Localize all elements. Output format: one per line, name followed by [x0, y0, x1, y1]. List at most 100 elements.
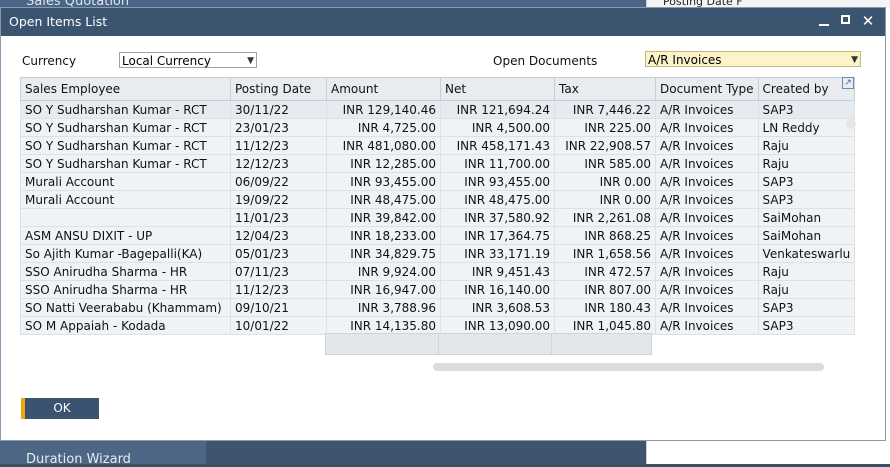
cell-amount[interactable]: INR 48,475.00: [326, 190, 441, 209]
cell-created-by[interactable]: Raju: [757, 154, 856, 173]
table-row[interactable]: SO M Appaiah - Kodada 10/01/22 INR 14,135.…: [20, 316, 856, 335]
cell-document-type[interactable]: A/R Invoices: [655, 208, 759, 227]
currency-dropdown[interactable]: Local Currency ▼: [119, 52, 257, 68]
cell-tax[interactable]: INR 585.00: [554, 154, 656, 173]
cell-posting-date[interactable]: 07/11/23: [230, 262, 327, 281]
cell-net[interactable]: INR 458,171.43: [440, 136, 555, 155]
cell-document-type[interactable]: A/R Invoices: [655, 118, 759, 137]
cell-net[interactable]: INR 11,700.00: [440, 154, 555, 173]
cell-sales-employee[interactable]: SO Y Sudharshan Kumar - RCT: [20, 118, 231, 137]
column-header-amount[interactable]: Amount: [326, 77, 441, 101]
cell-sales-employee[interactable]: [20, 208, 231, 227]
cell-tax[interactable]: INR 180.43: [554, 298, 656, 317]
cell-sales-employee[interactable]: So Ajith Kumar -Bagepalli(KA): [20, 244, 231, 263]
cell-sales-employee[interactable]: SO Y Sudharshan Kumar - RCT: [20, 100, 231, 119]
cell-sales-employee[interactable]: SSO Anirudha Sharma - HR: [20, 280, 231, 299]
cell-net[interactable]: INR 16,140.00: [440, 280, 555, 299]
cell-posting-date[interactable]: 05/01/23: [230, 244, 327, 263]
cell-document-type[interactable]: A/R Invoices: [655, 280, 759, 299]
cell-document-type[interactable]: A/R Invoices: [655, 154, 759, 173]
table-row[interactable]: So Ajith Kumar -Bagepalli(KA) 05/01/23 INR…: [20, 244, 856, 263]
cell-amount[interactable]: INR 481,080.00: [326, 136, 441, 155]
table-row[interactable]: Murali Account 19/09/22 INR 48,475.00 INR 4…: [20, 190, 856, 209]
cell-amount[interactable]: INR 18,233.00: [326, 226, 441, 245]
cell-tax[interactable]: INR 0.00: [554, 190, 656, 209]
column-header-net[interactable]: Net: [440, 77, 555, 101]
cell-created-by[interactable]: Raju: [757, 136, 856, 155]
cell-sales-employee[interactable]: Murali Account: [20, 190, 231, 209]
cell-tax[interactable]: INR 472.57: [554, 262, 656, 281]
table-row[interactable]: 11/01/23 INR 39,842.00 INR 37,580.92 INR 2,…: [20, 208, 856, 227]
cell-created-by[interactable]: Raju: [757, 262, 856, 281]
cell-posting-date[interactable]: 10/01/22: [230, 316, 327, 335]
table-row[interactable]: ASM ANSU DIXIT - UP 12/04/23 INR 18,233.00…: [20, 226, 856, 245]
cell-created-by[interactable]: SAP3: [757, 316, 856, 335]
cell-net[interactable]: INR 121,694.24: [440, 100, 555, 119]
cell-created-by[interactable]: LN Reddy: [757, 118, 856, 137]
cell-amount[interactable]: INR 93,455.00: [326, 172, 441, 191]
cell-created-by[interactable]: SAP3: [757, 298, 856, 317]
cell-net[interactable]: INR 9,451.43: [440, 262, 555, 281]
close-button[interactable]: ✕: [859, 12, 877, 30]
cell-amount[interactable]: INR 34,829.75: [326, 244, 441, 263]
cell-posting-date[interactable]: 11/12/23: [230, 280, 327, 299]
cell-tax[interactable]: INR 7,446.22: [554, 100, 656, 119]
cell-amount[interactable]: INR 39,842.00: [326, 208, 441, 227]
cell-sales-employee[interactable]: Murali Account: [20, 172, 231, 191]
cell-net[interactable]: INR 17,364.75: [440, 226, 555, 245]
column-header-sales-employee[interactable]: Sales Employee: [20, 77, 231, 101]
cell-tax[interactable]: INR 0.00: [554, 172, 656, 191]
cell-amount[interactable]: INR 3,788.96: [326, 298, 441, 317]
cell-posting-date[interactable]: 19/09/22: [230, 190, 327, 209]
cell-amount[interactable]: INR 16,947.00: [326, 280, 441, 299]
cell-net[interactable]: INR 13,090.00: [440, 316, 555, 335]
cell-amount[interactable]: INR 9,924.00: [326, 262, 441, 281]
vertical-scroll-indicator[interactable]: [846, 119, 856, 129]
scrollbar-thumb[interactable]: [433, 363, 824, 371]
minimize-button[interactable]: [815, 12, 833, 30]
cell-created-by[interactable]: Raju: [757, 280, 856, 299]
expand-arrow-icon[interactable]: ↗: [842, 77, 854, 89]
horizontal-scrollbar[interactable]: [433, 363, 824, 371]
cell-document-type[interactable]: A/R Invoices: [655, 226, 759, 245]
cell-sales-employee[interactable]: SO Y Sudharshan Kumar - RCT: [20, 154, 231, 173]
cell-sales-employee[interactable]: SO Y Sudharshan Kumar - RCT: [20, 136, 231, 155]
cell-sales-employee[interactable]: SO Natti Veerababu (Khammam): [20, 298, 231, 317]
dialog-titlebar[interactable]: Open Items List ✕: [1, 8, 885, 36]
cell-amount[interactable]: INR 4,725.00: [326, 118, 441, 137]
open-documents-dropdown[interactable]: A/R Invoices ▼: [645, 51, 861, 67]
cell-posting-date[interactable]: 11/01/23: [230, 208, 327, 227]
cell-tax[interactable]: INR 22,908.57: [554, 136, 656, 155]
maximize-button[interactable]: [837, 12, 855, 30]
cell-tax[interactable]: INR 1,045.80: [554, 316, 656, 335]
table-row[interactable]: SSO Anirudha Sharma - HR 11/12/23 INR 16,9…: [20, 280, 856, 299]
cell-posting-date[interactable]: 11/12/23: [230, 136, 327, 155]
cell-amount[interactable]: INR 14,135.80: [326, 316, 441, 335]
cell-sales-employee[interactable]: SSO Anirudha Sharma - HR: [20, 262, 231, 281]
cell-document-type[interactable]: A/R Invoices: [655, 190, 759, 209]
cell-net[interactable]: INR 4,500.00: [440, 118, 555, 137]
cell-document-type[interactable]: A/R Invoices: [655, 100, 759, 119]
cell-tax[interactable]: INR 868.25: [554, 226, 656, 245]
column-header-tax[interactable]: Tax: [554, 77, 656, 101]
cell-created-by[interactable]: SaiMohan: [757, 208, 856, 227]
cell-posting-date[interactable]: 09/10/21: [230, 298, 327, 317]
cell-created-by[interactable]: SaiMohan: [757, 226, 856, 245]
table-row[interactable]: SO Y Sudharshan Kumar - RCT 30/11/22 INR 1…: [20, 100, 856, 119]
cell-amount[interactable]: INR 12,285.00: [326, 154, 441, 173]
table-row[interactable]: SO Y Sudharshan Kumar - RCT 23/01/23 INR 4…: [20, 118, 856, 137]
cell-document-type[interactable]: A/R Invoices: [655, 244, 759, 263]
cell-created-by[interactable]: SAP3: [757, 100, 856, 119]
cell-posting-date[interactable]: 06/09/22: [230, 172, 327, 191]
table-row[interactable]: SO Y Sudharshan Kumar - RCT 11/12/23 INR 4…: [20, 136, 856, 155]
table-row[interactable]: SO Natti Veerababu (Khammam) 09/10/21 INR …: [20, 298, 856, 317]
cell-created-by[interactable]: SAP3: [757, 172, 856, 191]
cell-sales-employee[interactable]: SO M Appaiah - Kodada: [20, 316, 231, 335]
ok-button[interactable]: OK: [21, 398, 99, 419]
cell-tax[interactable]: INR 807.00: [554, 280, 656, 299]
table-row[interactable]: Murali Account 06/09/22 INR 93,455.00 INR 9…: [20, 172, 856, 191]
table-row[interactable]: SO Y Sudharshan Kumar - RCT 12/12/23 INR 1…: [20, 154, 856, 173]
cell-tax[interactable]: INR 225.00: [554, 118, 656, 137]
cell-created-by[interactable]: SAP3: [757, 190, 856, 209]
cell-posting-date[interactable]: 23/01/23: [230, 118, 327, 137]
